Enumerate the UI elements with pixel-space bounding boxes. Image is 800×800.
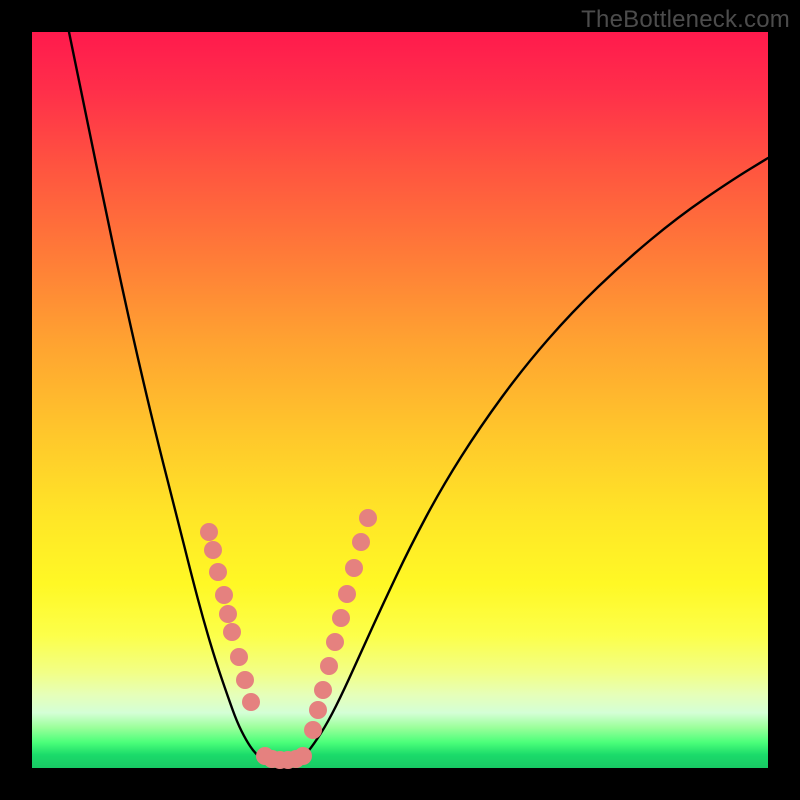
chart-frame: TheBottleneck.com	[0, 0, 800, 800]
data-dots	[200, 509, 377, 769]
right-dot	[332, 609, 350, 627]
right-dot	[314, 681, 332, 699]
right-dot	[345, 559, 363, 577]
right-dot	[320, 657, 338, 675]
left-dot	[236, 671, 254, 689]
right-dot	[338, 585, 356, 603]
left-dot	[219, 605, 237, 623]
right-dot	[359, 509, 377, 527]
floor-dot	[294, 747, 312, 765]
left-dot	[215, 586, 233, 604]
bottleneck-curve	[69, 32, 768, 765]
right-dot	[304, 721, 322, 739]
left-dot	[204, 541, 222, 559]
left-dot	[223, 623, 241, 641]
left-dot	[209, 563, 227, 581]
curve-layer	[32, 32, 768, 768]
left-dot	[230, 648, 248, 666]
right-dot	[309, 701, 327, 719]
plot-area	[32, 32, 768, 768]
left-dot	[242, 693, 260, 711]
watermark-text: TheBottleneck.com	[581, 6, 790, 34]
right-dot	[326, 633, 344, 651]
right-dot	[352, 533, 370, 551]
left-dot	[200, 523, 218, 541]
